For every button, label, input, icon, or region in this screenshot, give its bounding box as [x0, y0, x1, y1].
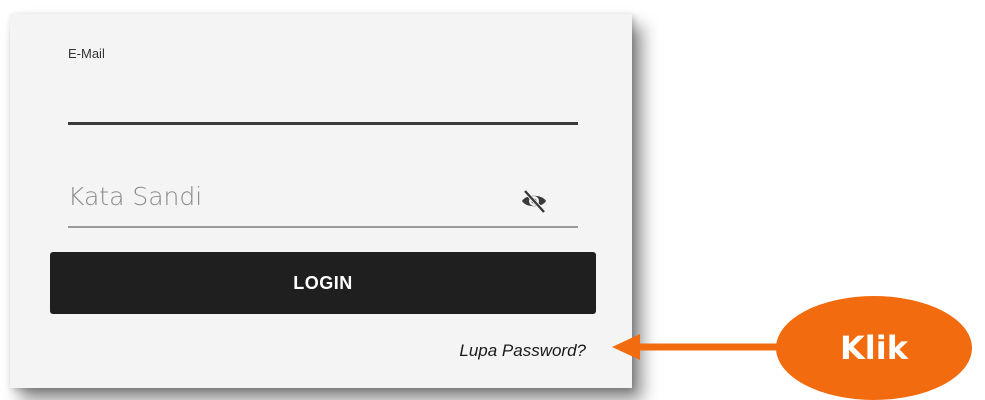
- email-label: E-Mail: [68, 46, 105, 61]
- arrow-left-icon: [612, 334, 787, 360]
- login-button[interactable]: LOGIN: [50, 252, 596, 314]
- login-card: E-Mail Kata Sandi LOGIN Lupa Password?: [10, 14, 632, 388]
- password-field-placeholder[interactable]: Kata Sandi: [68, 182, 202, 211]
- forgot-password-link[interactable]: Lupa Password?: [459, 341, 586, 361]
- screenshot-stage: E-Mail Kata Sandi LOGIN Lupa Password? K…: [0, 0, 985, 400]
- eye-off-icon[interactable]: [519, 186, 549, 216]
- email-field[interactable]: [68, 122, 578, 125]
- password-field[interactable]: [68, 226, 578, 228]
- klik-callout: Klik: [776, 296, 972, 400]
